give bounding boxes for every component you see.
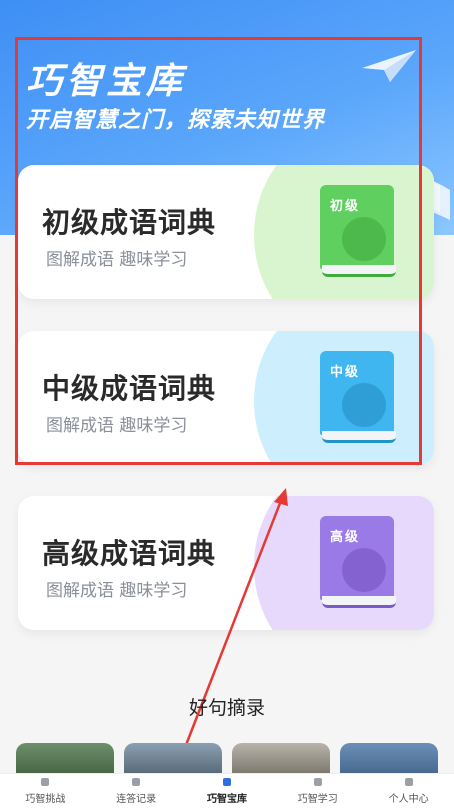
card-intermediate-dictionary[interactable]: 中级成语词典 图解成语 趣味学习 中级: [18, 331, 434, 465]
book-badge: 高级: [330, 530, 361, 545]
green-book-icon: 初级: [320, 185, 398, 281]
document-icon: [313, 778, 322, 786]
tab-label: 巧智挑战: [25, 794, 66, 805]
tab-challenge[interactable]: 巧智挑战: [0, 774, 91, 809]
microscope-icon: [342, 217, 386, 261]
card-subtitle: 图解成语 趣味学习: [46, 250, 188, 270]
paper-plane-icon: [362, 50, 416, 82]
pen-icon: [132, 778, 141, 786]
close-icon: [41, 778, 50, 786]
tab-label: 巧智宝库: [206, 794, 247, 805]
card-title: 初级成语词典: [42, 206, 217, 239]
purple-book-icon: 高级: [320, 516, 398, 612]
bottom-tab-bar: 巧智挑战 连答记录 巧智宝库 巧智学习 个人中心: [0, 773, 454, 809]
tab-label: 巧智学习: [297, 794, 338, 805]
tab-learning[interactable]: 巧智学习: [272, 774, 363, 809]
tab-label: 连答记录: [116, 794, 157, 805]
book-badge: 中级: [330, 365, 361, 380]
book-badge: 初级: [330, 199, 361, 214]
card-title: 中级成语词典: [42, 372, 217, 405]
blue-book-icon: 中级: [320, 351, 398, 447]
user-icon: [404, 778, 413, 786]
tab-treasury[interactable]: 巧智宝库: [182, 774, 273, 809]
tab-label: 个人中心: [388, 794, 429, 805]
pen-nib-icon: [342, 383, 386, 427]
card-beginner-dictionary[interactable]: 初级成语词典 图解成语 趣味学习 初级: [18, 165, 434, 299]
quotes-section-title: 好句摘录: [188, 697, 265, 719]
hero-subtitle: 开启智慧之门，探索未知世界: [26, 108, 326, 133]
card-subtitle: 图解成语 趣味学习: [46, 416, 188, 436]
tab-profile[interactable]: 个人中心: [363, 774, 454, 809]
tab-answer-record[interactable]: 连答记录: [91, 774, 182, 809]
book-icon: [222, 778, 231, 786]
card-title: 高级成语词典: [42, 537, 217, 570]
card-advanced-dictionary[interactable]: 高级成语词典 图解成语 趣味学习 高级: [18, 496, 434, 630]
hero-title: 巧智宝库: [26, 61, 187, 102]
card-subtitle: 图解成语 趣味学习: [46, 581, 188, 601]
notepad-icon: [342, 548, 386, 592]
